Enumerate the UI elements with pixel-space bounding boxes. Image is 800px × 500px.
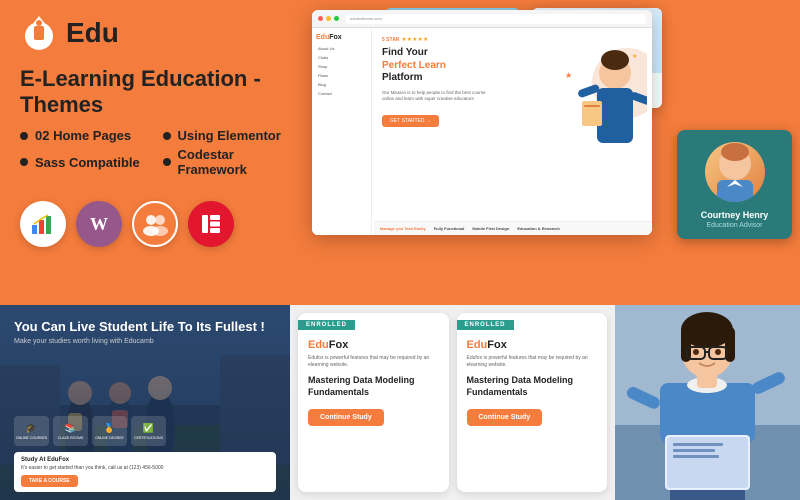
browser-tag-1: Manage you Task Easily — [380, 226, 426, 231]
browser-tag-4: Education & Research — [517, 226, 559, 231]
star-label: 5 STAR — [382, 37, 399, 43]
browser-dot-yellow — [326, 16, 331, 21]
mini-card-2: 📚 CLASS ROOMS — [53, 416, 88, 446]
svg-text:★: ★ — [565, 71, 572, 80]
enrolled-badge-2: ENROLLED — [457, 320, 514, 330]
profile-card: Courtney Henry Education Advisor — [677, 130, 792, 239]
header: EduFox — [0, 0, 305, 62]
browser-top-bar: edufoxtheme.com — [312, 10, 652, 28]
profile-avatar-icon — [705, 142, 765, 202]
enrolled-badge-1: ENROLLED — [298, 320, 355, 330]
online-courses-icon: 🎓 — [26, 423, 37, 434]
feature-item-3: Sass Compatible — [20, 147, 143, 177]
browser-tag-2: Fully Functional — [434, 226, 465, 231]
feature-item-4: Codestar Framework — [163, 147, 286, 177]
bullet-2 — [163, 132, 171, 140]
plugin-icons-row: W — [0, 189, 305, 259]
enrolled-cards-section: ENROLLED EduFox Edufox is powerful featu… — [290, 305, 615, 500]
mini-card-1: 🎓 ONLINE COURSES — [14, 416, 49, 446]
student-life-subtitle: Make your studies worth living with Educ… — [14, 338, 276, 345]
browser-tag-3: Mobile First Design — [472, 226, 509, 231]
browser-dot-red — [318, 16, 323, 21]
browser-dot-green — [334, 16, 339, 21]
features-list: 02 Home Pages Using Elementor Sass Compa… — [20, 128, 285, 177]
feature-item-1: 02 Home Pages — [20, 128, 143, 143]
users-icon-circle[interactable] — [132, 201, 178, 247]
browser-nav-item-clubs[interactable]: Clubs — [316, 54, 367, 61]
browser-nav-item-blog[interactable]: Blog — [316, 81, 367, 88]
profile-role: Education Advisor — [687, 222, 782, 229]
mini-card-4: ✅ CERTIFICATIONS — [131, 416, 166, 446]
bottom-section: You Can Live Student Life To Its Fullest… — [0, 305, 800, 500]
elementor-icon-circle[interactable] — [188, 201, 234, 247]
study-section-box: Study At EduFox It's easier to get start… — [14, 452, 276, 492]
mini-cards-row: 🎓 ONLINE COURSES 📚 CLASS ROOMS 🏅 ONLINE … — [14, 416, 276, 446]
enrolled-desc-1: Edufox is powerful features that may be … — [298, 355, 449, 369]
enrolled-desc-2: Edufox is powerful features that may be … — [457, 355, 608, 369]
logo-icon — [20, 14, 58, 52]
star-icons: ★★★★★ — [401, 36, 428, 43]
woo-letter: W — [90, 214, 108, 235]
enrolled-continue-btn-1[interactable]: Continue Study — [308, 409, 384, 426]
student-life-card: You Can Live Student Life To Its Fullest… — [0, 305, 290, 500]
enrolled-card-2: ENROLLED EduFox Edufox is powerful featu… — [457, 313, 608, 492]
main-background: EduFox E-Learning Education - Themes 02 … — [0, 0, 800, 500]
take-course-button[interactable]: TAKE A COURSE — [21, 475, 78, 487]
enrolled-logo-area-1: EduFox — [298, 331, 449, 355]
analytics-icon-circle[interactable] — [20, 201, 66, 247]
analytics-chart-icon — [30, 211, 56, 237]
browser-address-bar[interactable]: edufoxtheme.com — [346, 14, 646, 24]
browser-bottom-tags: Manage you Task Easily Fully Functional … — [374, 221, 652, 235]
bullet-4 — [163, 158, 171, 166]
browser-nav-logo: EduFox — [316, 34, 367, 41]
browser-nav-item-shop[interactable]: Shop — [316, 63, 367, 70]
browser-nav-item-contact[interactable]: Contact — [316, 90, 367, 97]
elementor-e-icon — [198, 211, 224, 237]
enrolled-title-2: Mastering Data Modeling Fundamentals — [457, 375, 608, 398]
enrolled-logo-area-2: EduFox — [457, 331, 608, 355]
student-in-browser-icon: ★ ★ — [557, 33, 647, 173]
feature-item-2: Using Elementor — [163, 128, 286, 143]
title-section: E-Learning Education - Themes 02 Home Pa… — [0, 62, 305, 189]
cert-icon: ✅ — [143, 423, 154, 434]
enrolled-logo-2: EduFox — [467, 339, 598, 351]
student-life-title: You Can Live Student Life To Its Fullest… — [14, 319, 276, 336]
enrolled-title-1: Mastering Data Modeling Fundamentals — [298, 375, 449, 398]
enrolled-card-1: ENROLLED EduFox Edufox is powerful featu… — [298, 313, 449, 492]
browser-content-area: EduFox About Us Clubs Shop Plans Blog Co… — [312, 28, 652, 235]
classroom-icon: 📚 — [65, 423, 76, 434]
browser-nav-item-about[interactable]: About Us — [316, 45, 367, 52]
browser-main-content: 5 STAR ★★★★★ Find YourPerfect LearnPlatf… — [372, 28, 652, 235]
enrolled-logo-1: EduFox — [308, 339, 439, 351]
bullet-1 — [20, 132, 28, 140]
mini-card-3: 🏅 ONLINE DEGREE — [92, 416, 127, 446]
student-photo-right — [615, 305, 800, 500]
profile-name: Courtney Henry — [687, 210, 782, 220]
browser-nav-panel: EduFox About Us Clubs Shop Plans Blog Co… — [312, 28, 372, 235]
student-life-overlay: You Can Live Student Life To Its Fullest… — [0, 305, 290, 500]
logo-text: EduFox — [66, 17, 169, 49]
browser-hero-title: Find YourPerfect LearnPlatform — [382, 47, 502, 85]
page-title: E-Learning Education - Themes — [20, 66, 285, 118]
degree-icon: 🏅 — [104, 423, 115, 434]
browser-nav-item-plans[interactable]: Plans — [316, 72, 367, 79]
bullet-3 — [20, 158, 28, 166]
svg-text:★: ★ — [632, 53, 637, 60]
browser-student-illustration: ★ ★ — [557, 33, 647, 173]
browser-mockup: edufoxtheme.com EduFox About Us Clubs Sh… — [312, 10, 652, 235]
enrolled-continue-btn-2[interactable]: Continue Study — [467, 409, 543, 426]
browser-cta-button[interactable]: GET STARTED → — [382, 115, 439, 127]
girl-with-glasses-photo — [615, 305, 800, 500]
study-contact-text: It's easier to get started than you thin… — [21, 465, 269, 471]
woocommerce-icon-circle[interactable]: W — [76, 201, 122, 247]
profile-avatar — [705, 142, 765, 202]
users-group-icon — [141, 210, 169, 238]
study-at-title: Study At EduFox — [21, 457, 269, 463]
browser-hero-subtitle: Our Mission is to help people to find th… — [382, 90, 492, 104]
